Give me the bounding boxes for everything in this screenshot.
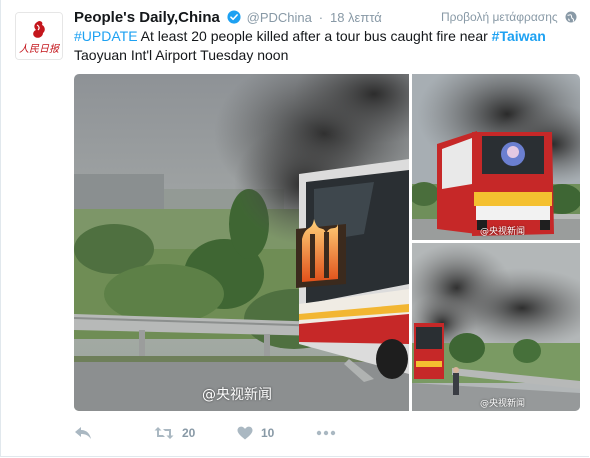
verified-badge-icon [227, 10, 241, 24]
bus-fire-image [74, 74, 409, 411]
more-button[interactable] [316, 422, 336, 444]
account-name[interactable]: People's Daily,China [74, 9, 220, 26]
globe-icon [565, 11, 577, 23]
avatar[interactable]: 人民日报 [15, 12, 63, 60]
tweet-actions: 20 10 [74, 422, 474, 444]
hashtag-taiwan[interactable]: #Taiwan [492, 28, 546, 44]
like-count: 10 [261, 426, 275, 440]
watermark-top-right: @央视新闻 [480, 227, 526, 237]
tweet-card[interactable]: 人民日报 People's Daily,China @PDChina · 18 … [0, 0, 589, 457]
tweet-text: #UPDATE At least 20 people killed after … [74, 27, 579, 65]
separator-dot: · [318, 10, 324, 25]
photo-bus-smoke-roadside[interactable]: @央视新闻 [412, 243, 580, 411]
photo-bus-fire-main[interactable]: @央视新闻 [74, 74, 409, 411]
reply-button[interactable] [74, 422, 92, 444]
view-translation-link[interactable]: Προβολή μετάφρασης [441, 10, 577, 24]
bus-smoke-image [412, 243, 580, 411]
peoples-daily-logo: 人民日报 [16, 13, 62, 59]
tweet-text-part1: At least 20 people killed after a tour b… [137, 28, 492, 44]
bus-rear-image [412, 74, 580, 240]
tweet-header: People's Daily,China @PDChina · 18 λεπτά… [74, 9, 577, 29]
tweet-timestamp[interactable]: 18 λεπτά [330, 10, 382, 25]
reply-icon [75, 427, 91, 439]
more-icon [316, 430, 336, 436]
account-handle[interactable]: @PDChina [247, 10, 312, 25]
retweet-icon [154, 427, 174, 439]
like-button[interactable]: 10 [237, 422, 274, 444]
retweet-button[interactable]: 20 [154, 422, 195, 444]
watermark-bottom-right: @央视新闻 [480, 399, 526, 409]
tweet-text-part2: Taoyuan Int'l Airport Tuesday noon [74, 47, 289, 63]
hashtag-update[interactable]: #UPDATE [74, 28, 138, 44]
svg-text:人民日报: 人民日报 [19, 43, 60, 55]
media-grid: @央视新闻 @央视新闻 @央视新闻 [74, 74, 580, 411]
heart-icon [237, 426, 253, 440]
photo-bus-rear-smoke[interactable]: @央视新闻 [412, 74, 580, 240]
view-translation-label: Προβολή μετάφρασης [440, 10, 558, 24]
watermark-main: @央视新闻 [202, 387, 272, 403]
retweet-count: 20 [182, 426, 196, 440]
